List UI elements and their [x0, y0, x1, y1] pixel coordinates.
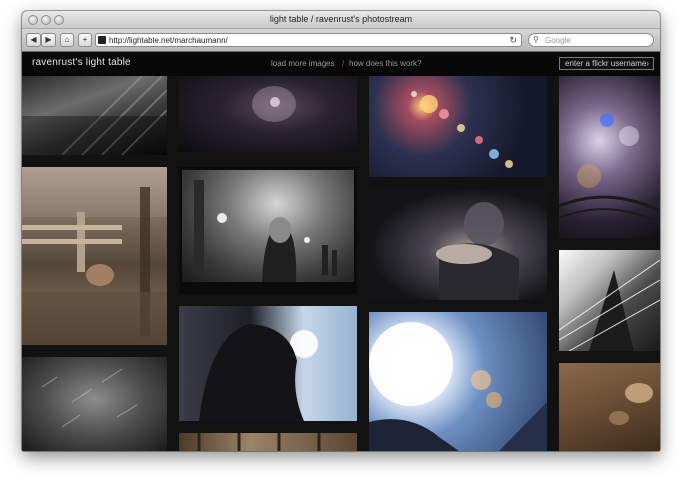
search-field[interactable]: ⚲ Google [528, 33, 654, 47]
light-table-grid: ravenrust's light table load more images… [22, 52, 660, 451]
forward-icon: ▶ [45, 35, 52, 44]
photo-art [558, 113, 660, 224]
photo-sun-flare[interactable] [369, 312, 547, 451]
photo-garden-fence[interactable] [22, 167, 167, 345]
photo-art [199, 324, 318, 421]
back-button[interactable]: ◀ [26, 33, 41, 47]
favicon-icon [98, 36, 106, 44]
browser-toolbar: ◀ ▶ ⌂ + http://lightable.net/marchaumann… [22, 29, 660, 52]
forward-button[interactable]: ▶ [41, 33, 56, 47]
nav-separator: / [342, 59, 345, 68]
photo-art [369, 322, 547, 451]
search-icon: ⚲ [533, 35, 539, 44]
search-placeholder: Google [545, 36, 571, 45]
window-title: light table / ravenrust's photostream [269, 14, 413, 24]
photo-motion-blur-portrait[interactable] [369, 189, 547, 300]
photo-rafters[interactable] [179, 433, 357, 451]
username-placeholder: enter a flickr username [565, 59, 647, 68]
back-icon: ◀ [30, 35, 37, 44]
photo-bokeh-lights[interactable] [369, 76, 547, 177]
photo-night-street-woman[interactable] [179, 167, 357, 294]
address-bar[interactable]: http://lightable.net/marchaumann/ ↻ [95, 33, 522, 47]
photo-building-lines[interactable] [558, 250, 660, 352]
photo-art [609, 383, 653, 425]
address-url: http://lightable.net/marchaumann/ [109, 36, 228, 45]
photo-mono-grass[interactable] [22, 357, 167, 451]
add-bookmark-button[interactable]: + [78, 33, 92, 47]
photo-sunlit-profile[interactable] [179, 306, 357, 421]
photo-rocks-brown[interactable] [559, 363, 660, 451]
site-title[interactable]: ravenrust's light table [32, 57, 131, 68]
home-icon: ⌂ [64, 35, 70, 44]
photo-art [22, 75, 168, 156]
site-header: ravenrust's light table load more images… [22, 52, 660, 76]
photo-purple-bokeh[interactable] [558, 76, 660, 238]
photo-art [194, 180, 337, 282]
photo-art [197, 433, 321, 451]
submit-arrow-icon[interactable]: › [646, 58, 649, 69]
home-button[interactable]: ⌂ [60, 33, 74, 47]
photo-art [558, 259, 660, 352]
flickr-username-input[interactable]: enter a flickr username › [559, 57, 654, 70]
how-it-works-link[interactable]: how does this work? [349, 59, 421, 68]
photo-art [22, 167, 167, 345]
photo-art [436, 202, 519, 300]
photo-stairs-shadow[interactable] [22, 75, 168, 156]
plus-icon: + [82, 35, 88, 44]
title-bar: light table / ravenrust's photostream [22, 11, 660, 29]
photo-art [252, 86, 296, 122]
photo-night-glow[interactable] [179, 76, 357, 152]
load-more-link[interactable]: load more images [271, 59, 335, 68]
browser-window: light table / ravenrust's photostream ◀ … [22, 11, 660, 451]
photo-frame [182, 170, 354, 282]
reload-icon[interactable]: ↻ [509, 34, 517, 46]
photo-art [411, 91, 513, 168]
photo-art [41, 368, 138, 428]
